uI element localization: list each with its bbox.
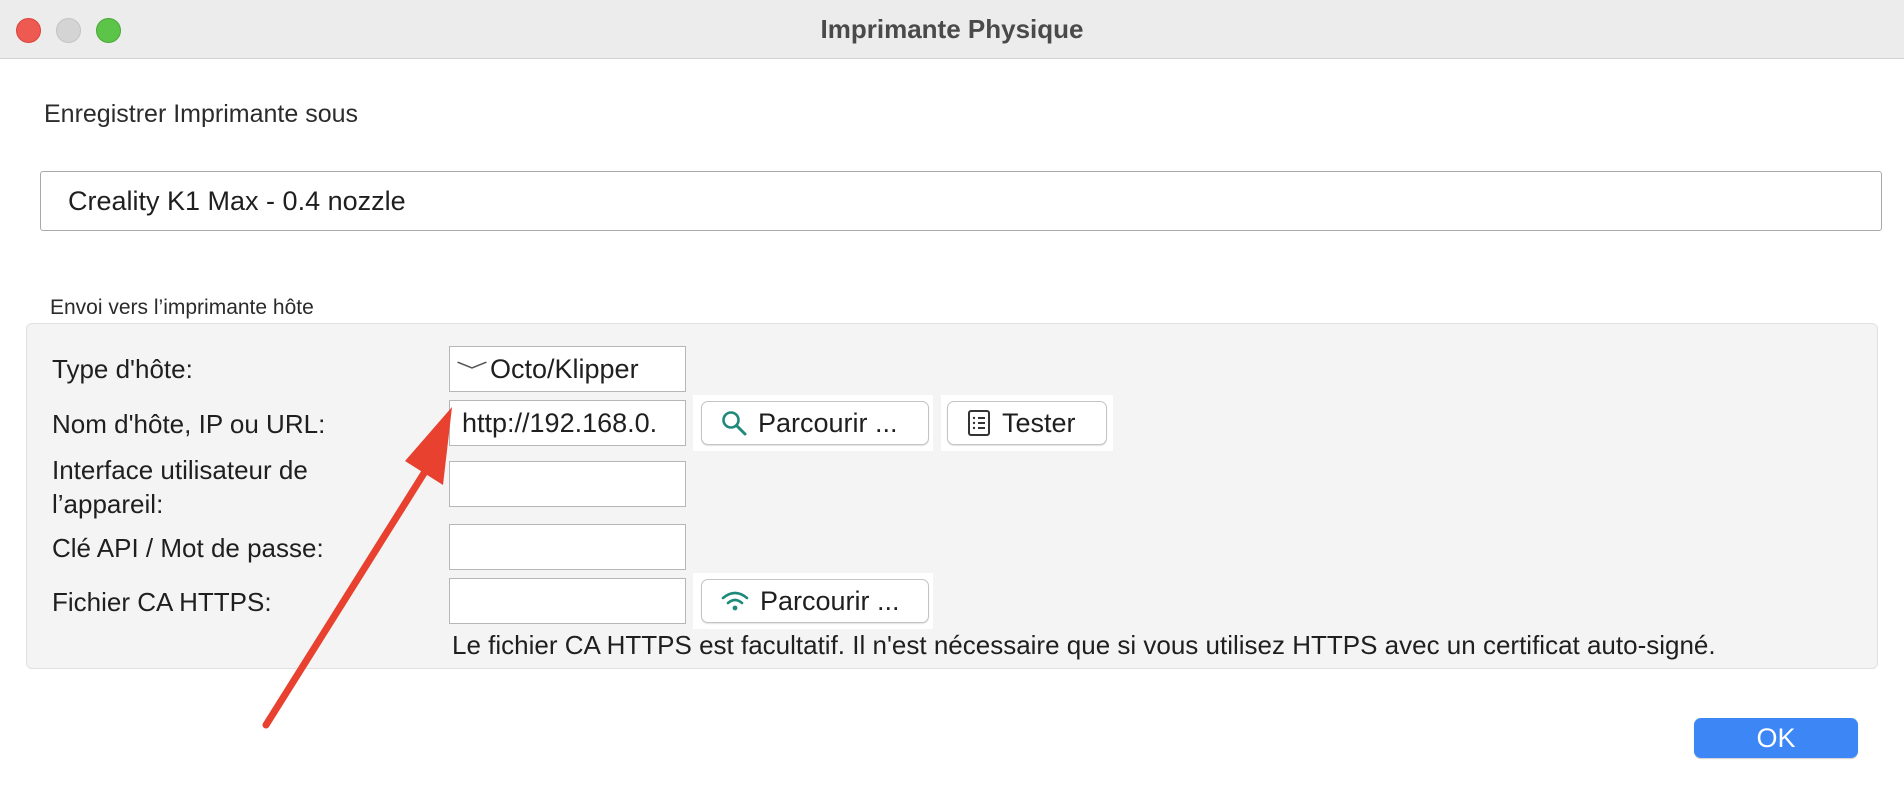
annotation-arrow xyxy=(262,407,452,729)
